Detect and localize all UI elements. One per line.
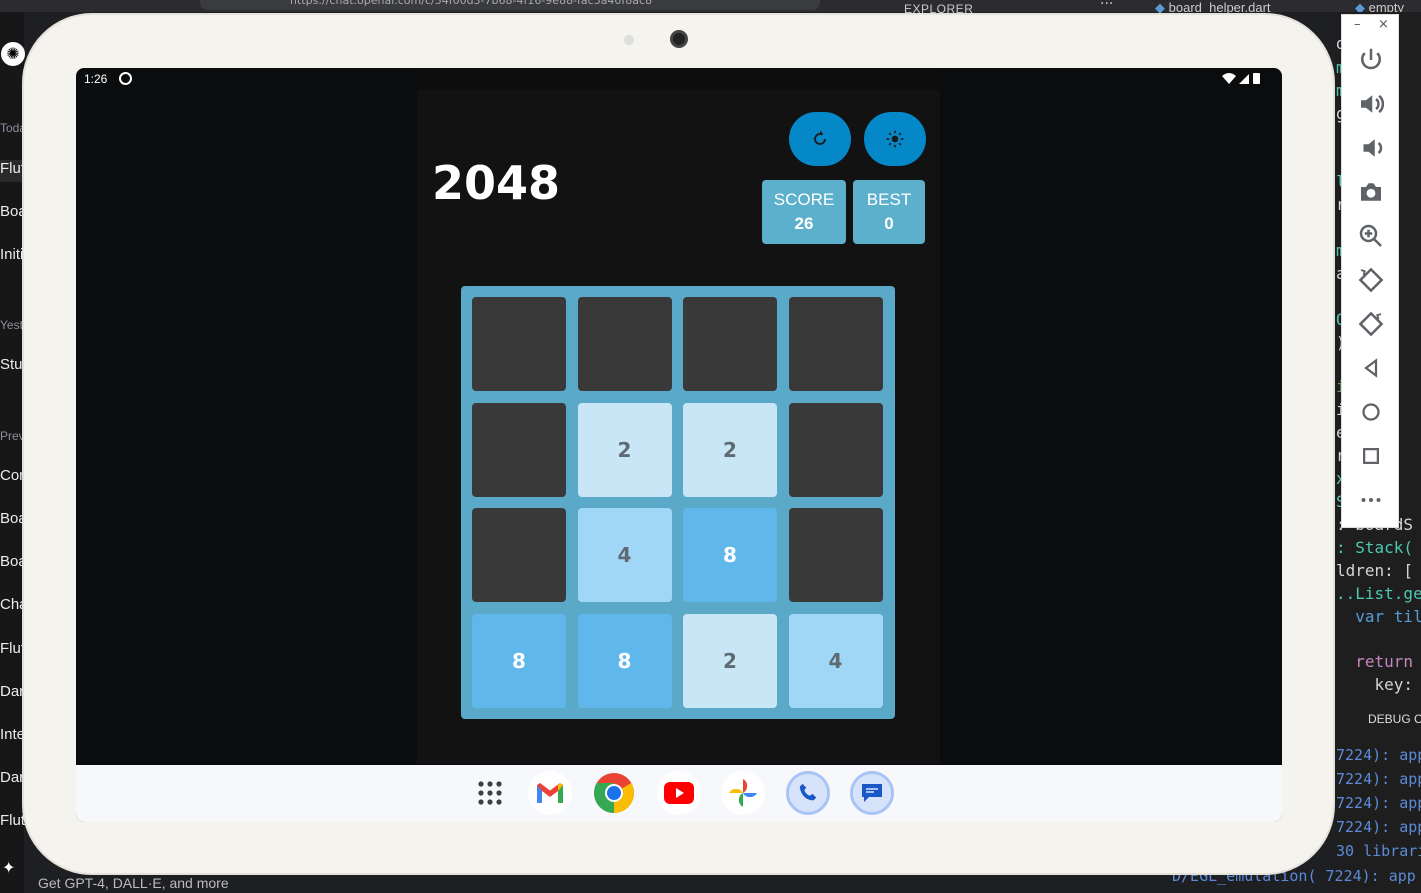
status-time: 1:26 [84,72,108,86]
messages-icon[interactable] [850,771,894,815]
score-value: 26 [794,214,814,233]
back-icon[interactable] [1356,353,1386,383]
close-button[interactable]: × [1378,17,1389,32]
best-box: BEST 0 [853,180,925,244]
browser-url-bar[interactable]: https://chat.openai.com/c/54f00d3-7b68-4… [200,0,820,10]
tile-8: 8 [577,613,672,708]
youtube-icon[interactable] [657,771,701,815]
app-dock [76,765,1282,822]
restart-button[interactable] [789,112,851,166]
tile-empty [788,297,883,391]
game-title: 2048 [432,156,561,210]
score-label: SCORE [773,190,835,209]
tile-4: 4 [788,613,883,708]
chatgpt-logo-icon[interactable]: ✺ [1,42,25,66]
tile-empty [788,402,883,497]
minimize-button[interactable]: – [1354,17,1361,32]
code-line: ldren: [ [1336,561,1414,580]
code-line: return A [1355,652,1414,671]
app-topbar [417,68,940,90]
code-line: ..List.ge [1336,584,1421,603]
best-value: 0 [884,214,894,233]
power-icon[interactable] [1356,45,1386,75]
sun-icon [886,130,904,148]
tile-empty [788,508,883,602]
tile-8: 8 [683,508,777,602]
gmail-icon[interactable] [528,771,572,815]
battery-icon [1253,73,1260,84]
camera-icon[interactable] [1356,177,1386,207]
debug-log-line: 7224): app [1336,770,1421,788]
tile-8: 8 [472,613,566,708]
home-icon[interactable] [1356,397,1386,427]
status-icons [1222,73,1260,84]
code-line: var tile [1355,607,1421,626]
emulator-toolbar: – × [1341,14,1399,528]
tile-empty [472,508,566,602]
front-camera [670,30,688,48]
tile-empty [472,402,566,497]
chrome-icon[interactable] [592,771,636,815]
best-label: BEST [866,190,912,209]
wifi-icon [1222,73,1236,84]
debug-log-line: 7224): app [1336,746,1421,764]
sensor-dot [624,35,634,45]
overview-icon[interactable] [1356,441,1386,471]
volume-down-icon[interactable] [1356,133,1386,163]
tile-empty [683,297,777,391]
debug-log-line: 7224): app [1336,818,1421,836]
theme-toggle-button[interactable] [864,112,926,166]
chat-sidebar [0,12,24,893]
rotate-left-icon[interactable] [1356,265,1386,295]
tile-empty [577,297,672,391]
app-notification-icon [119,72,132,85]
sparkle-icon[interactable]: ✦ [2,858,22,878]
code-line: key: V [1374,675,1414,694]
debug-log-line: 30 librarie [1336,842,1421,860]
restart-icon [814,130,826,145]
game-board[interactable]: 22488824 [461,286,895,719]
tile-empty [472,297,566,391]
game-app: 2048 SCORE 26 BEST 0 22488824 [417,68,940,764]
tile-2: 2 [683,613,777,708]
debug-console-tab[interactable]: DEBUG CONSOLE [1368,712,1421,726]
signal-icon [1239,74,1249,84]
apps-grid-icon[interactable] [468,771,512,815]
tile-2: 2 [683,402,777,497]
photos-icon[interactable] [721,771,765,815]
tile-4: 4 [577,508,672,602]
desktop: https://chat.openai.com/c/54f00d3-7b68-4… [0,0,1421,893]
upgrade-link[interactable]: Get GPT-4, DALL·E, and more [38,875,229,891]
zoom-in-icon[interactable] [1356,221,1386,251]
tile-2: 2 [577,402,672,497]
rotate-right-icon[interactable] [1356,309,1386,339]
debug-log-line: 7224): app [1336,794,1421,812]
volume-up-icon[interactable] [1356,89,1386,119]
phone-icon[interactable] [786,771,830,815]
device-screen: 1:26 2048 SCORE 26 BEST 0 2 2 4 8 8 8 2 … [76,68,1282,822]
score-box: SCORE 26 [762,180,846,244]
more-icon[interactable] [1356,485,1386,515]
code-line: : Stack( [1336,538,1414,557]
more-actions-icon[interactable]: ··· [1100,0,1113,12]
